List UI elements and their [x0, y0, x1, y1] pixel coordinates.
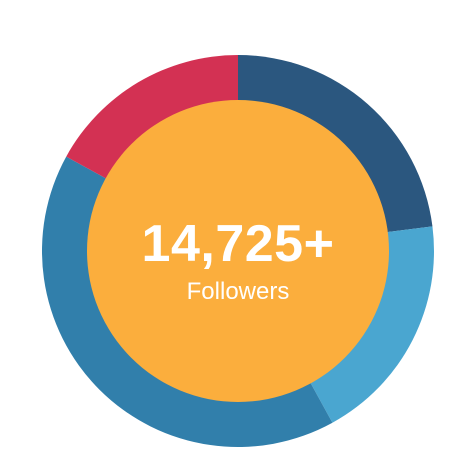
donut-center-circle [87, 100, 389, 402]
followers-donut-chart: 14,725+ Followers [0, 0, 459, 468]
donut-chart-svg [41, 55, 434, 448]
